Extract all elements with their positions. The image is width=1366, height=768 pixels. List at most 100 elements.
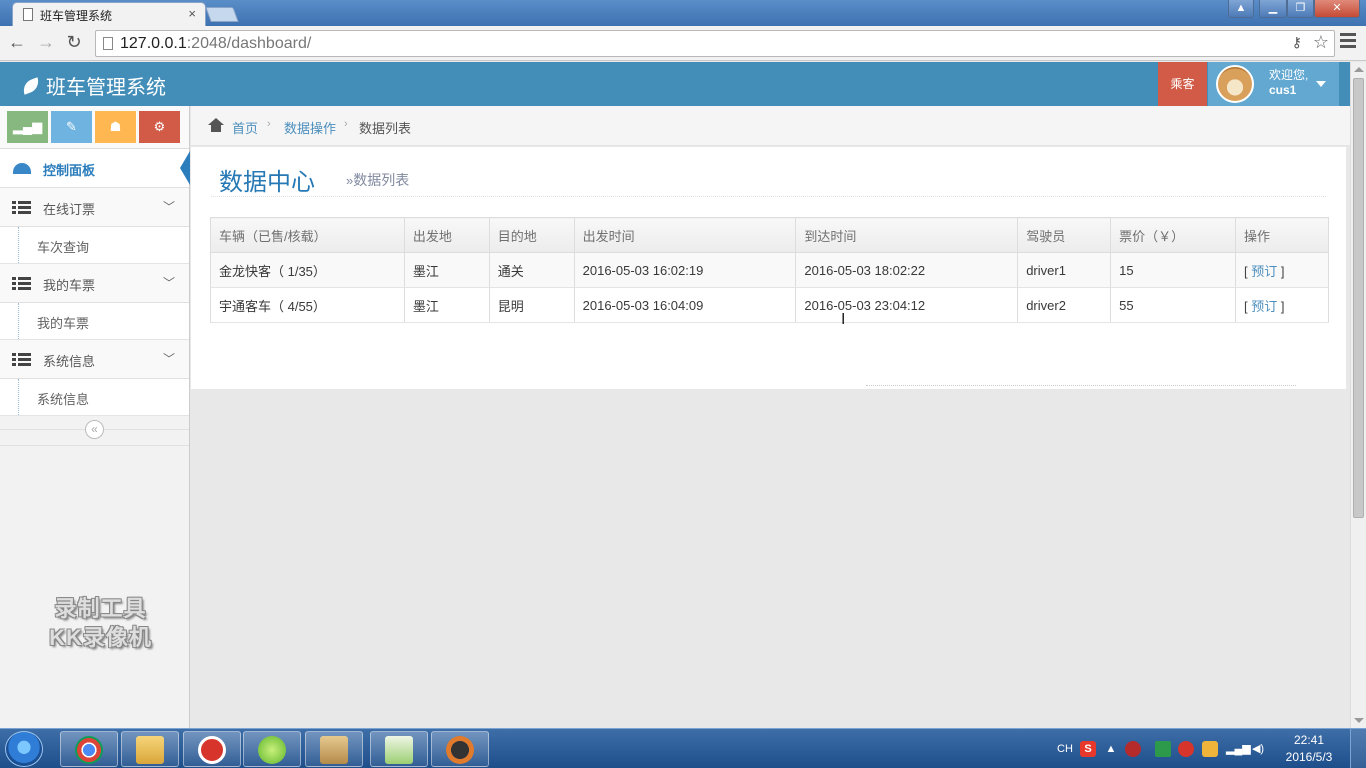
column-header[interactable]: 票价（￥） [1110, 217, 1237, 253]
security-icon[interactable] [1125, 741, 1141, 757]
windows-taskbar: CH S ▲ ▂▄▆ ◀) 22:41 2016/5/3 [0, 728, 1366, 768]
tray-expand-icon[interactable]: ▲ [1103, 741, 1119, 757]
recorder-watermark: 录制工具 KK录像机 [28, 594, 173, 652]
breadcrumb-separator-icon: › [267, 118, 271, 130]
taskbar-editor-button[interactable] [370, 731, 428, 767]
address-bar[interactable]: 127.0.0.1:2048/dashboard/ ⚷ ☆ [95, 30, 1335, 57]
window-close-button[interactable]: ✕ [1314, 0, 1360, 18]
breadcrumb: 首页 › 数据操作 › 数据列表 [191, 106, 1350, 146]
avatar [1216, 65, 1254, 103]
column-header[interactable]: 车辆（已售/核载） [210, 217, 405, 253]
cell-price: 55 [1110, 287, 1237, 323]
breadcrumb-data-ops[interactable]: 数据操作 [284, 118, 336, 137]
sidebar-item-label: 系统信息 [43, 354, 96, 369]
shortcut-stats-button[interactable]: ▂▄▆ [7, 111, 48, 143]
page-subtitle: »数据列表 [346, 170, 409, 190]
double-chevron-left-icon[interactable]: « [85, 420, 104, 439]
clock-date: 2016/5/3 [1285, 750, 1333, 764]
sidebar-item-online-booking[interactable]: 在线订票 ﹀ [0, 188, 189, 227]
sidebar-item-system-info[interactable]: 系统信息 ﹀ [0, 340, 189, 379]
browser-menu-icon[interactable] [1340, 33, 1356, 51]
browser-toolbar: ← → ↻ 127.0.0.1:2048/dashboard/ ⚷ ☆ [0, 26, 1366, 61]
back-arrow-icon[interactable]: ← [6, 32, 28, 53]
scroll-down-icon[interactable] [1354, 718, 1364, 723]
list-icon [12, 201, 31, 215]
breadcrumb-current: 数据列表 [359, 121, 412, 136]
breadcrumb-home[interactable]: 首页 [232, 118, 258, 137]
cell-vehicle: 宇通客车（ 4/55） [210, 287, 405, 323]
reload-icon[interactable]: ↻ [63, 32, 85, 53]
user-menu[interactable]: 欢迎您, cus1 [1208, 62, 1339, 106]
sidebar-item-label: 在线订票 [43, 202, 96, 217]
gears-icon: ⚙ [153, 119, 166, 134]
taskbar-chrome-button[interactable] [60, 731, 118, 767]
taskbar-app-button[interactable] [243, 731, 301, 767]
shortcut-settings-button[interactable]: ⚙ [139, 111, 180, 143]
bookmark-star-icon[interactable]: ☆ [1313, 32, 1329, 53]
brand[interactable]: 班车管理系统 [20, 71, 166, 100]
app-header: 班车管理系统 乘客 欢迎您, cus1 [0, 62, 1350, 106]
scroll-thumb[interactable] [1353, 78, 1364, 518]
taskbar-explorer-button[interactable] [121, 731, 179, 767]
column-header[interactable]: 驾驶员 [1017, 217, 1112, 253]
sidebar-item-label: 控制面板 [43, 163, 96, 178]
page-header: 数据中心 »数据列表 [211, 157, 1326, 197]
watermark-line: 录制工具 [54, 596, 147, 621]
sidebar-item-dashboard[interactable]: 控制面板 [0, 149, 190, 188]
clock-time: 22:41 [1293, 733, 1325, 747]
page-icon [23, 8, 33, 21]
contact-card-icon [320, 736, 348, 764]
book-link-label: 预订 [1251, 298, 1278, 314]
taskbar-clock[interactable]: 22:41 2016/5/3 [1280, 732, 1338, 766]
text-cursor-icon: I [841, 311, 846, 328]
page-scrollbar[interactable] [1350, 62, 1366, 728]
brand-title: 班车管理系统 [46, 77, 166, 99]
tab-close-icon[interactable]: × [188, 6, 196, 21]
ime-icon[interactable]: S [1080, 741, 1096, 757]
column-header[interactable]: 出发地 [404, 217, 490, 253]
new-tab-button[interactable] [205, 7, 239, 22]
show-desktop-button[interactable] [1350, 729, 1366, 768]
window-minimize-button[interactable]: ▁ [1259, 0, 1287, 18]
sidebar-subitem-my-tickets[interactable]: 我的车票 [0, 303, 189, 340]
tray-app-icon[interactable] [1155, 741, 1171, 757]
column-header[interactable]: 目的地 [489, 217, 575, 253]
volume-icon[interactable]: ◀) [1250, 741, 1266, 757]
music-tray-icon[interactable] [1178, 741, 1194, 757]
shortcut-bar: ▂▄▆ ✎ ☗ ⚙ [0, 106, 189, 149]
sidebar-subitem-label: 系统信息 [37, 392, 90, 407]
cell-depart: 2016-05-03 16:04:09 [574, 287, 797, 323]
shortcut-edit-button[interactable]: ✎ [51, 111, 92, 143]
column-header[interactable]: 操作 [1235, 217, 1329, 253]
chrome-icon [75, 736, 103, 764]
role-badge[interactable]: 乘客 [1158, 62, 1207, 106]
main-content: 首页 › 数据操作 › 数据列表 数据中心 »数据列表 车辆（已售/核载） 出发… [191, 106, 1350, 728]
scroll-up-icon[interactable] [1354, 67, 1364, 72]
forward-arrow-icon[interactable]: → [35, 32, 57, 53]
list-icon [12, 277, 31, 291]
browser-tab[interactable]: 班车管理系统 × [12, 2, 206, 26]
book-link[interactable]: [ 预订 ] [1244, 264, 1284, 279]
input-language[interactable]: CH [1055, 741, 1075, 757]
window-user-button[interactable]: ▲ [1228, 0, 1254, 18]
column-header[interactable]: 到达时间 [795, 217, 1019, 253]
watermark-line: KK录像机 [49, 625, 152, 650]
column-header[interactable]: 出发时间 [574, 217, 797, 253]
sidebar-item-my-tickets[interactable]: 我的车票 ﹀ [0, 264, 189, 303]
network-icon[interactable]: ▂▄▆ [1226, 741, 1251, 757]
sidebar-subitem-trip-search[interactable]: 车次查询 [0, 227, 189, 264]
taskbar-music-button[interactable] [183, 731, 241, 767]
shortcut-users-button[interactable]: ☗ [95, 111, 136, 143]
tray-bag-icon[interactable] [1202, 741, 1218, 757]
book-link[interactable]: [ 预订 ] [1244, 299, 1284, 314]
start-button[interactable] [5, 731, 43, 767]
taskbar-recorder-button[interactable] [431, 731, 489, 767]
cell-driver: driver1 [1017, 252, 1112, 288]
page-info-icon[interactable] [103, 37, 113, 50]
taskbar-contacts-button[interactable] [305, 731, 363, 767]
url-text[interactable]: 127.0.0.1:2048/dashboard/ [120, 35, 311, 53]
sidebar-subitem-system-info[interactable]: 系统信息 [0, 379, 189, 416]
window-maximize-button[interactable]: ❐ [1287, 0, 1314, 18]
cell-to: 通关 [489, 252, 575, 288]
key-icon[interactable]: ⚷ [1292, 34, 1302, 51]
